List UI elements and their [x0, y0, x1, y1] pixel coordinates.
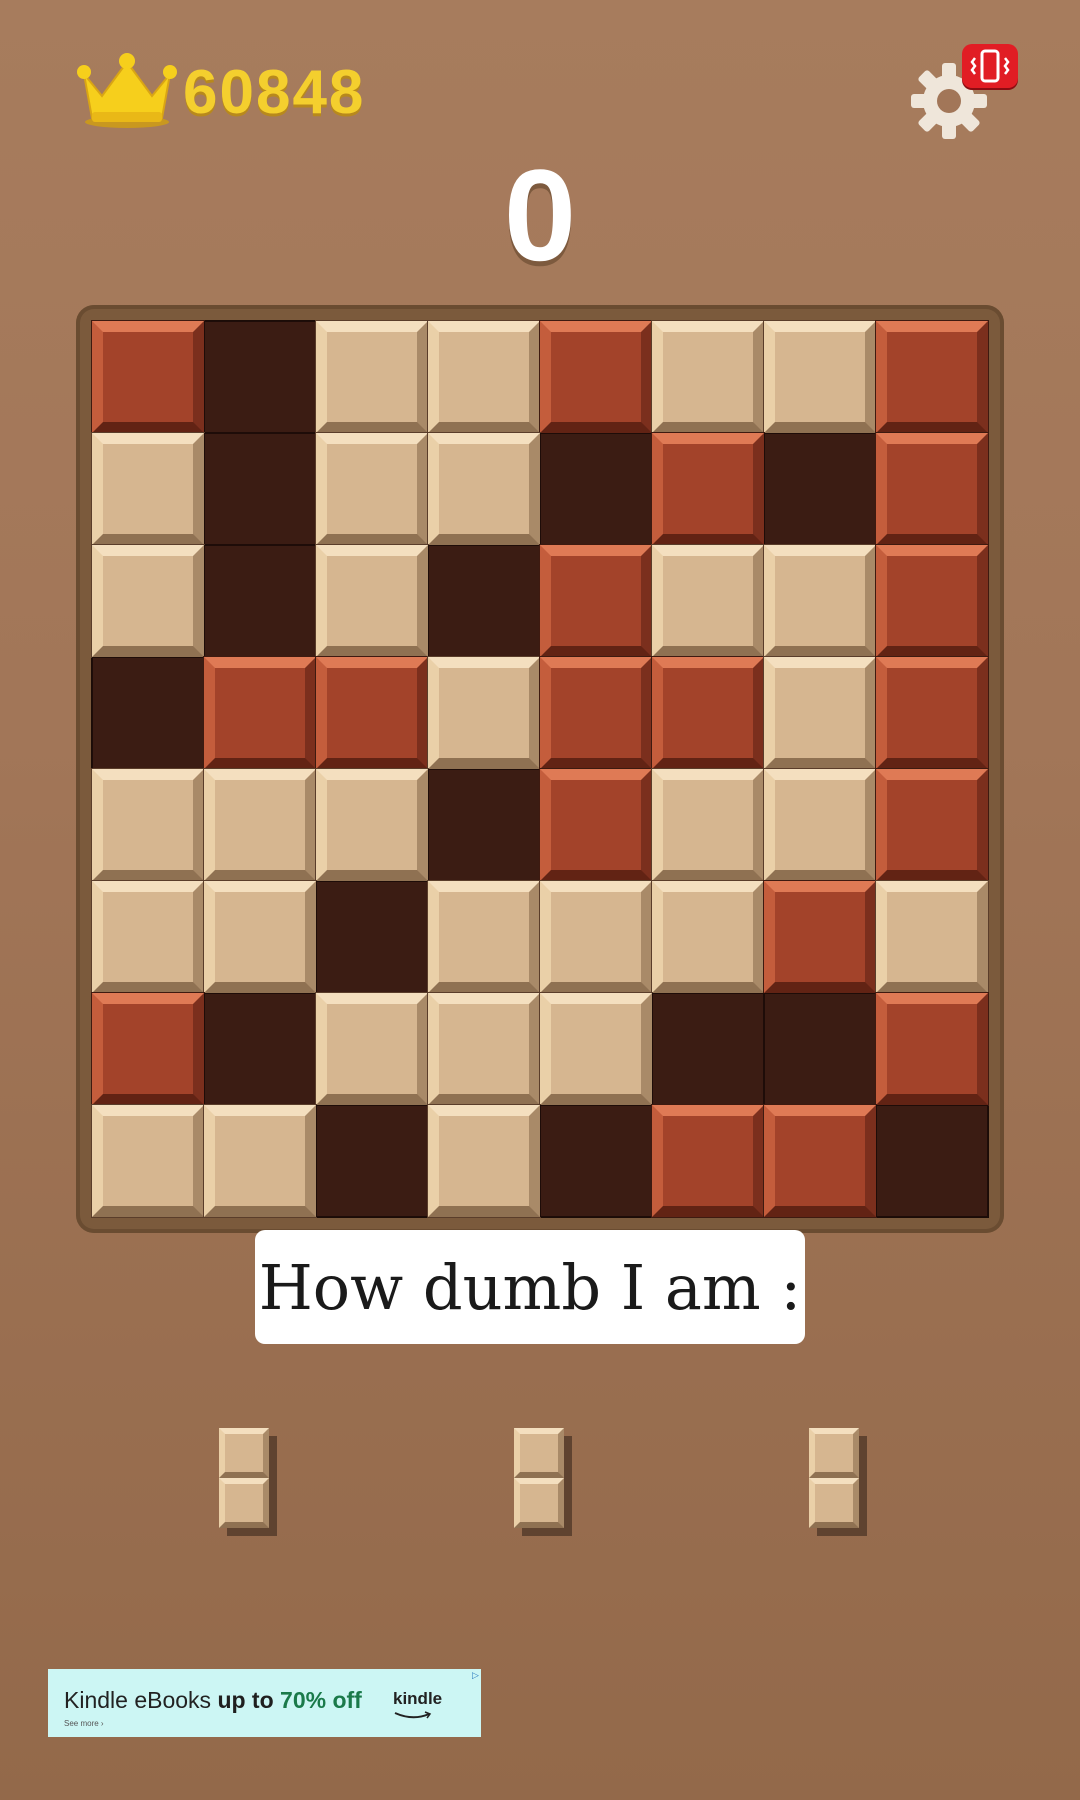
board-block-light[interactable]: [428, 1105, 540, 1217]
board-cell-empty[interactable]: [204, 433, 316, 545]
top-bar: 60848: [0, 0, 1080, 150]
board-cell-empty[interactable]: [204, 545, 316, 657]
board-block-light[interactable]: [204, 881, 316, 993]
board-block-dark[interactable]: [876, 993, 988, 1105]
board-block-light[interactable]: [764, 321, 876, 433]
board-block-light[interactable]: [92, 769, 204, 881]
board-cell-empty[interactable]: [540, 1105, 652, 1217]
board-block-light[interactable]: [428, 881, 540, 993]
board-block-dark[interactable]: [316, 657, 428, 769]
board-block-light[interactable]: [428, 657, 540, 769]
adchoices-icon[interactable]: ▷: [472, 1670, 479, 1681]
board-block-dark[interactable]: [540, 657, 652, 769]
board-block-light[interactable]: [652, 545, 764, 657]
ad-text-percent: 70% off: [280, 1687, 362, 1713]
board-block-light[interactable]: [92, 433, 204, 545]
board-block-light[interactable]: [428, 433, 540, 545]
board-block-light[interactable]: [92, 881, 204, 993]
board-cell-empty[interactable]: [316, 1105, 428, 1217]
board-block-dark[interactable]: [540, 321, 652, 433]
board-block-dark[interactable]: [92, 321, 204, 433]
board-cell-empty[interactable]: [540, 433, 652, 545]
piece-tray-slot-3[interactable]: [809, 1428, 867, 1536]
piece-block: [219, 1478, 269, 1528]
piece-block: [809, 1478, 859, 1528]
board-block-light[interactable]: [316, 769, 428, 881]
board-block-light[interactable]: [428, 321, 540, 433]
board-block-light[interactable]: [316, 545, 428, 657]
board-cell-empty[interactable]: [428, 769, 540, 881]
ad-banner[interactable]: Kindle eBooks up to 70% off See more › k…: [48, 1669, 481, 1737]
board-block-dark[interactable]: [540, 545, 652, 657]
piece-tray-slot-1[interactable]: [219, 1428, 277, 1536]
piece-block: [514, 1428, 564, 1478]
board-block-dark[interactable]: [876, 545, 988, 657]
board-block-light[interactable]: [764, 545, 876, 657]
board-cell-empty[interactable]: [652, 993, 764, 1105]
amazon-smile-icon: [394, 1711, 432, 1719]
board-block-light[interactable]: [540, 881, 652, 993]
vibrate-toggle[interactable]: [962, 44, 1018, 88]
board-block-dark[interactable]: [652, 657, 764, 769]
board-block-light[interactable]: [652, 881, 764, 993]
board-block-light[interactable]: [204, 1105, 316, 1217]
caption-overlay: How dumb I am :: [255, 1230, 805, 1344]
board-cell-empty[interactable]: [764, 993, 876, 1105]
board-cell-empty[interactable]: [316, 881, 428, 993]
board-block-dark[interactable]: [92, 993, 204, 1105]
board-cell-empty[interactable]: [876, 1105, 988, 1217]
crown-icon: [77, 53, 177, 128]
board-block-dark[interactable]: [764, 1105, 876, 1217]
board-block-light[interactable]: [652, 321, 764, 433]
board-block-dark[interactable]: [540, 769, 652, 881]
ad-text-prefix: Kindle eBooks: [64, 1687, 218, 1713]
caption-text: How dumb I am :: [258, 1250, 802, 1324]
board-cell-empty[interactable]: [428, 545, 540, 657]
ad-text-highlight: up to: [217, 1687, 281, 1713]
piece-block: [219, 1428, 269, 1478]
phone-vibrate-icon: [970, 49, 1010, 83]
board-block-light[interactable]: [316, 321, 428, 433]
board-block-dark[interactable]: [204, 657, 316, 769]
board-block-dark[interactable]: [764, 881, 876, 993]
board-cell-empty[interactable]: [92, 657, 204, 769]
board-block-light[interactable]: [316, 433, 428, 545]
board-block-light[interactable]: [876, 881, 988, 993]
ad-headline: Kindle eBooks up to 70% off: [64, 1687, 362, 1714]
board-block-dark[interactable]: [652, 433, 764, 545]
board-block-light[interactable]: [764, 769, 876, 881]
board-block-light[interactable]: [540, 993, 652, 1105]
piece-block: [514, 1478, 564, 1528]
current-score: 0: [503, 142, 577, 288]
piece-block: [809, 1428, 859, 1478]
board-block-light[interactable]: [204, 769, 316, 881]
board-block-dark[interactable]: [876, 433, 988, 545]
ad-brand-logo: kindle: [393, 1689, 443, 1708]
board-block-light[interactable]: [428, 993, 540, 1105]
board-cell-empty[interactable]: [204, 321, 316, 433]
board-block-dark[interactable]: [876, 769, 988, 881]
best-score: 60848: [183, 58, 366, 127]
board-block-dark[interactable]: [876, 321, 988, 433]
piece-tray-slot-2[interactable]: [514, 1428, 572, 1536]
board-block-dark[interactable]: [652, 1105, 764, 1217]
board-block-light[interactable]: [92, 545, 204, 657]
game-board[interactable]: [91, 320, 989, 1218]
board-block-light[interactable]: [92, 1105, 204, 1217]
board-block-light[interactable]: [316, 993, 428, 1105]
board-block-light[interactable]: [764, 657, 876, 769]
board-block-dark[interactable]: [876, 657, 988, 769]
board-cell-empty[interactable]: [764, 433, 876, 545]
board-cell-empty[interactable]: [204, 993, 316, 1105]
ad-see-more[interactable]: See more ›: [64, 1719, 104, 1728]
board-block-light[interactable]: [652, 769, 764, 881]
